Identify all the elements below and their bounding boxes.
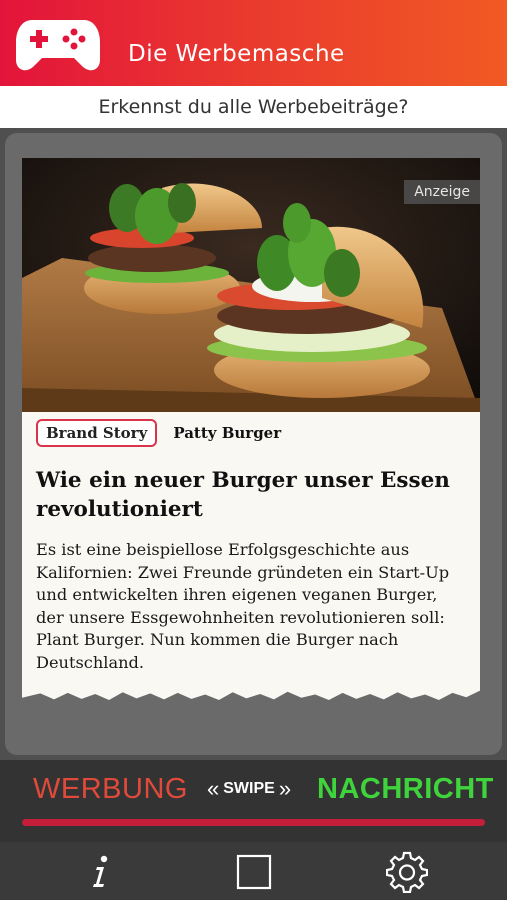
nachricht-label[interactable]: NACHRICHT [317,773,494,806]
square-icon [236,854,272,890]
app-header: Die Werbemasche [0,0,507,86]
subtitle-bar: Erkennst du alle Werbebeiträge? [0,86,507,128]
swipe-bar: WERBUNG « SWIPE » NACHRICHT [0,760,507,842]
article-body: Es ist eine beispiellose Erfolgsgeschich… [36,540,450,672]
info-button[interactable] [78,850,122,894]
subtitle: Erkennst du alle Werbebeiträge? [98,96,409,118]
square-button[interactable] [232,850,276,894]
werbung-label[interactable]: WERBUNG [33,773,188,806]
article-headline: Wie ein neuer Burger unser Essen revolut… [36,468,450,522]
brand-name: Patty Burger [173,424,282,442]
swipe-label: SWIPE [223,780,275,797]
swipe-hint: « SWIPE » [203,776,295,801]
progress-bar [22,819,485,826]
article-card[interactable]: Anzeige Brand Story Patty Burger Wie ein… [22,158,480,700]
ad-label: Anzeige [404,180,480,204]
chevrons-right-icon: » [278,776,292,801]
bottom-nav [0,842,507,900]
chevrons-left-icon: « [207,776,220,801]
app-title: Die Werbemasche [128,41,345,67]
gamepad-icon [16,20,100,71]
info-icon [93,855,108,887]
category-tag: Brand Story [36,419,158,447]
hero-image: Anzeige [22,158,480,412]
gear-icon [386,851,428,893]
meta-row: Brand Story Patty Burger [36,419,281,447]
settings-button[interactable] [385,850,429,894]
